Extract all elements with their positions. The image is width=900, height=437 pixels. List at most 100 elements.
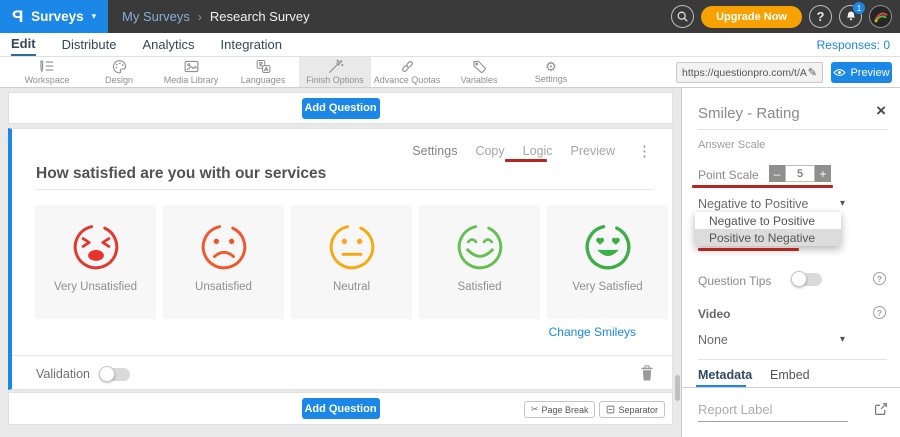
external-link-icon[interactable] xyxy=(874,402,888,421)
add-question-button-bottom[interactable]: Add Question xyxy=(302,398,380,419)
tag-icon xyxy=(471,59,488,74)
answer-scale-label: Answer Scale xyxy=(698,139,765,151)
toolbar-label: Advance Quotas xyxy=(374,75,441,85)
decrease-button[interactable]: – xyxy=(769,165,785,182)
tab-integration[interactable]: Integration xyxy=(221,33,282,56)
annotation-underline-option xyxy=(698,248,799,251)
toggle-knob xyxy=(791,271,807,287)
trash-icon xyxy=(640,365,654,381)
point-scale-label: Point Scale xyxy=(698,168,759,182)
satisfied-smiley-icon xyxy=(453,220,507,274)
vertical-scrollbar[interactable] xyxy=(675,375,680,401)
point-scale-stepper: – 5 + xyxy=(769,165,831,182)
separator-button[interactable]: Separator xyxy=(599,401,665,418)
toolbar-item-media-library[interactable]: Media Library xyxy=(155,57,227,87)
product-menu-label: Surveys xyxy=(31,9,84,24)
breadcrumb-separator-icon: › xyxy=(198,10,202,24)
report-label-input[interactable]: Report Label xyxy=(698,402,848,422)
toolbar-item-finish-options[interactable]: Finish Options xyxy=(299,57,371,87)
smiley-option-unsatisfied[interactable]: Unsatisfied xyxy=(163,205,284,319)
more-options-icon[interactable]: ⋮ xyxy=(637,142,652,160)
tab-distribute[interactable]: Distribute xyxy=(62,33,117,56)
chevron-down-icon: ▾ xyxy=(92,11,97,22)
smiley-label: Very Satisfied xyxy=(572,281,642,293)
increase-button[interactable]: + xyxy=(815,165,831,182)
question-tab-preview[interactable]: Preview xyxy=(571,144,615,158)
smiley-label: Very Unsatisfied xyxy=(54,281,137,293)
help-icon-question-tips[interactable]: ? xyxy=(873,272,886,285)
panel-tab-embed[interactable]: Embed xyxy=(770,368,810,382)
question-settings-panel: Smiley - Rating × Answer Scale Point Sca… xyxy=(681,88,900,437)
smiley-option-very-satisfied[interactable]: Very Satisfied xyxy=(547,205,668,319)
divider xyxy=(36,189,653,190)
question-tab-settings[interactable]: Settings xyxy=(412,144,457,158)
smiley-label: Unsatisfied xyxy=(195,281,252,293)
option-positive-to-negative[interactable]: Positive to Negative xyxy=(695,229,841,246)
search-button[interactable] xyxy=(671,5,694,28)
question-title[interactable]: How satisfied are you with our services xyxy=(36,165,326,183)
very-satisfied-smiley-icon xyxy=(581,220,635,274)
topbar-actions: Upgrade Now ? 1 xyxy=(671,0,892,33)
toolbar-label: Variables xyxy=(461,75,498,85)
annotation-underline-point-scale xyxy=(692,185,833,188)
chevron-down-icon[interactable]: ▾ xyxy=(840,198,845,209)
validation-label: Validation xyxy=(36,367,90,381)
smiley-option-satisfied[interactable]: Satisfied xyxy=(419,205,540,319)
survey-nav: Edit Distribute Analytics Integration Re… xyxy=(0,33,900,57)
help-icon-video[interactable]: ? xyxy=(873,306,886,319)
toolbar-item-settings[interactable]: ⚙ Settings xyxy=(515,57,587,87)
responses-count[interactable]: Responses: 0 xyxy=(817,38,890,52)
edit-url-icon[interactable]: ✎ xyxy=(808,66,817,79)
validation-toggle[interactable] xyxy=(100,368,130,381)
survey-url-field[interactable]: https://questionpro.com/t/A ✎ xyxy=(676,62,823,83)
notifications-button[interactable]: 1 xyxy=(839,5,862,28)
toolbar-label: Finish Options xyxy=(306,75,364,85)
top-bar: P Surveys ▾ My Surveys › Research Survey… xyxy=(0,0,900,33)
page-break-label: Page Break xyxy=(541,405,588,415)
question-tab-logic[interactable]: Logic xyxy=(523,144,553,158)
upgrade-now-button[interactable]: Upgrade Now xyxy=(701,6,802,28)
point-scale-value[interactable]: 5 xyxy=(785,165,815,182)
tab-edit[interactable]: Edit xyxy=(11,33,36,56)
search-icon xyxy=(676,10,689,23)
scissors-icon: ✂ xyxy=(531,404,539,415)
toolbar-item-workspace[interactable]: Workspace xyxy=(11,57,83,87)
preview-button[interactable]: Preview xyxy=(831,62,892,83)
toolbar-item-variables[interactable]: Variables xyxy=(443,57,515,87)
direction-select[interactable]: Negative to Positive xyxy=(698,197,808,211)
help-button[interactable]: ? xyxy=(809,5,832,28)
question-card-menu: Settings Copy Logic Preview ⋮ xyxy=(412,142,652,160)
breadcrumb-my-surveys[interactable]: My Surveys xyxy=(122,9,190,24)
delete-question-button[interactable] xyxy=(640,365,654,386)
chevron-down-icon[interactable]: ▾ xyxy=(840,334,845,345)
question-card: Settings Copy Logic Preview ⋮ How satisf… xyxy=(8,128,673,390)
question-tab-copy[interactable]: Copy xyxy=(475,144,504,158)
tab-analytics[interactable]: Analytics xyxy=(142,33,194,56)
panel-tab-metadata[interactable]: Metadata xyxy=(698,368,752,382)
app-window: P Surveys ▾ My Surveys › Research Survey… xyxy=(0,0,900,437)
video-select[interactable]: None xyxy=(698,333,728,347)
smiley-option-neutral[interactable]: Neutral xyxy=(291,205,412,319)
toggle-knob xyxy=(99,366,115,382)
questionpro-logo: P xyxy=(12,7,23,27)
avatar[interactable] xyxy=(869,5,892,28)
toolbar-item-design[interactable]: Design xyxy=(83,57,155,87)
toolbar-item-advance-quotas[interactable]: Advance Quotas xyxy=(371,57,443,87)
smiley-scale: Very Unsatisfied Unsatisfied xyxy=(35,205,668,319)
option-negative-to-positive[interactable]: Negative to Positive xyxy=(695,212,841,229)
unsatisfied-smiley-icon xyxy=(197,220,251,274)
toolbar-label: Media Library xyxy=(164,75,219,85)
question-tips-toggle[interactable] xyxy=(792,273,822,286)
page-break-button[interactable]: ✂ Page Break xyxy=(524,401,596,418)
smiley-option-very-unsatisfied[interactable]: Very Unsatisfied xyxy=(35,205,156,319)
change-smileys-link[interactable]: Change Smileys xyxy=(549,325,636,339)
add-question-button-top[interactable]: Add Question xyxy=(302,98,380,119)
product-switcher[interactable]: P Surveys ▾ xyxy=(0,0,108,33)
annotation-underline-settings xyxy=(505,159,547,162)
toolbar-item-languages[interactable]: Languages xyxy=(227,57,299,87)
close-icon[interactable]: × xyxy=(876,102,886,119)
toolbar-label: Languages xyxy=(241,75,286,85)
smiley-label: Satisfied xyxy=(457,281,501,293)
smiley-label: Neutral xyxy=(333,281,370,293)
preview-label: Preview xyxy=(850,67,889,79)
